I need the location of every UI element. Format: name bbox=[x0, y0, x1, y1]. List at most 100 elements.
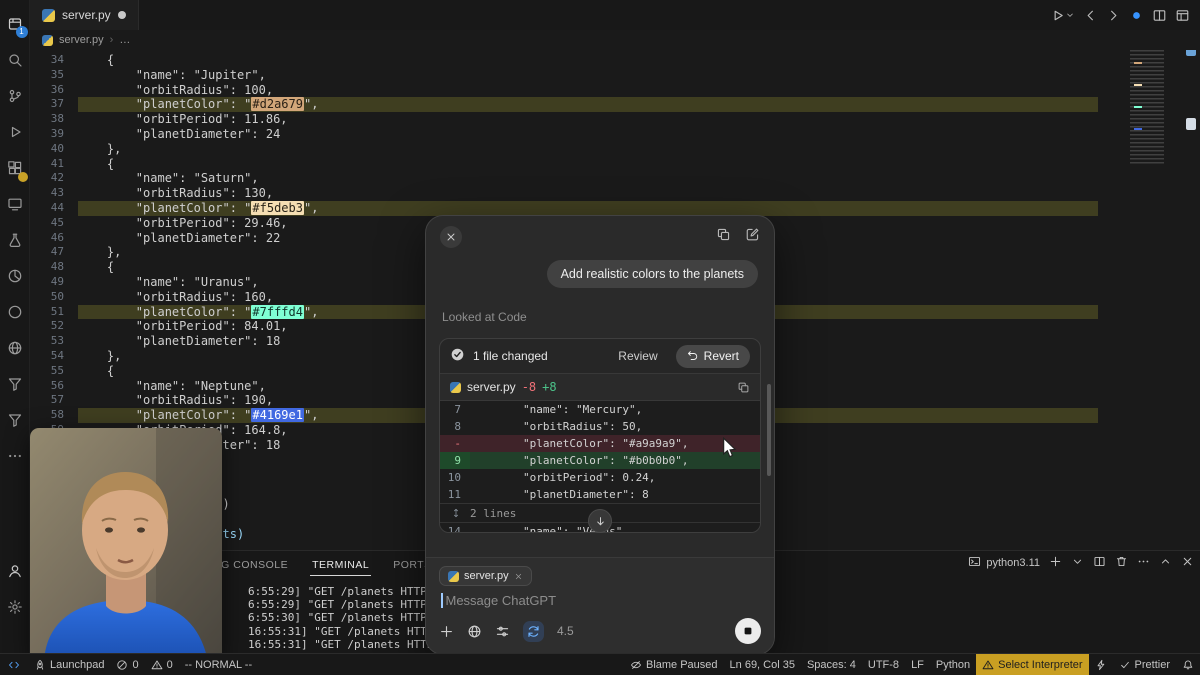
status-label: 0 bbox=[132, 659, 138, 671]
diff-gutter: 7 bbox=[440, 401, 470, 418]
color-swatch: #f5deb3 bbox=[251, 201, 304, 215]
split-editor-icon[interactable] bbox=[1152, 8, 1167, 23]
status-label: -- NORMAL -- bbox=[185, 659, 252, 671]
filter-secondary-icon[interactable] bbox=[0, 402, 30, 438]
status-label: Prettier bbox=[1135, 659, 1170, 671]
account-icon[interactable] bbox=[0, 553, 30, 589]
terminal-toolbar: python3.11 bbox=[968, 555, 1194, 571]
line-number: 38 bbox=[30, 112, 78, 127]
rocket-icon bbox=[34, 659, 46, 671]
line-number: 44 bbox=[30, 201, 78, 216]
web-search-button[interactable] bbox=[467, 624, 482, 639]
revert-button[interactable]: Revert bbox=[676, 345, 750, 368]
cursor-position-item[interactable]: Ln 69, Col 35 bbox=[724, 654, 801, 675]
diff-gutter: 8 bbox=[440, 418, 470, 435]
prettier-item[interactable]: Prettier bbox=[1113, 654, 1176, 675]
search-icon[interactable] bbox=[0, 42, 30, 78]
changed-file-row[interactable]: server.py -8 +8 bbox=[440, 373, 760, 400]
live-share-icon[interactable] bbox=[1129, 8, 1144, 23]
testing-icon[interactable] bbox=[0, 222, 30, 258]
message-input[interactable]: Message ChatGPT bbox=[439, 592, 761, 609]
compose-button[interactable] bbox=[745, 227, 760, 247]
model-label[interactable]: 4.5 bbox=[557, 624, 574, 638]
composer-tools bbox=[439, 621, 544, 642]
tab-server-py[interactable]: server.py bbox=[30, 0, 139, 30]
terminal-icon bbox=[968, 555, 981, 571]
language-item[interactable]: Python bbox=[930, 654, 976, 675]
terminal-picker-dropdown[interactable] bbox=[1071, 555, 1084, 571]
navigate-forward-icon[interactable] bbox=[1106, 8, 1121, 23]
code-text: "name": "Jupiter", bbox=[78, 68, 1098, 83]
indentation-item[interactable]: Spaces: 4 bbox=[801, 654, 862, 675]
diff-row: 9 "planetColor": "#b0b0b0", bbox=[440, 452, 760, 469]
copy-conversation-button[interactable] bbox=[716, 227, 731, 247]
voice-mode-button[interactable] bbox=[523, 621, 544, 642]
copy-icon[interactable] bbox=[737, 381, 750, 394]
breadcrumb[interactable]: server.py › … bbox=[30, 30, 1200, 50]
looked-at-code-label: Looked at Code bbox=[442, 310, 758, 324]
diff-row: 10 "orbitPeriod": 0.24, bbox=[440, 469, 760, 486]
line-number: 35 bbox=[30, 68, 78, 83]
errors-item[interactable]: 0 bbox=[110, 654, 144, 675]
profiler-icon[interactable] bbox=[0, 258, 30, 294]
settings-gear-icon[interactable] bbox=[0, 589, 30, 625]
power-item[interactable] bbox=[1089, 654, 1113, 675]
additions-count: +8 bbox=[542, 380, 556, 394]
warnings-item[interactable]: 0 bbox=[145, 654, 179, 675]
webcam-person bbox=[30, 428, 222, 662]
explorer-icon[interactable]: 1 bbox=[0, 6, 30, 42]
new-terminal-button[interactable] bbox=[1049, 555, 1062, 571]
add-attachment-button[interactable] bbox=[439, 624, 454, 639]
chat-scrollbar[interactable] bbox=[767, 384, 771, 476]
breadcrumb-more[interactable]: … bbox=[119, 34, 130, 46]
stop-button[interactable] bbox=[735, 618, 761, 644]
run-debug-icon[interactable] bbox=[0, 114, 30, 150]
chatgpt-panel: Add realistic colors to the planets Look… bbox=[425, 215, 775, 655]
encoding-item[interactable]: UTF-8 bbox=[862, 654, 905, 675]
context-chip-label: server.py bbox=[464, 570, 509, 582]
run-button[interactable] bbox=[1050, 8, 1075, 23]
line-number: 51 bbox=[30, 305, 78, 320]
remote-explorer-icon[interactable] bbox=[0, 186, 30, 222]
navigate-back-icon[interactable] bbox=[1083, 8, 1098, 23]
terminal-more-button[interactable] bbox=[1137, 555, 1150, 571]
line-number: 56 bbox=[30, 379, 78, 394]
more-tools-icon[interactable] bbox=[0, 438, 30, 474]
chat-header bbox=[426, 216, 774, 248]
web-tool-icon[interactable] bbox=[0, 330, 30, 366]
remove-context-icon[interactable] bbox=[514, 572, 523, 581]
diff-code: "planetColor": "#b0b0b0", bbox=[470, 452, 689, 469]
blame-item[interactable]: Blame Paused bbox=[624, 654, 724, 675]
kill-terminal-button[interactable] bbox=[1115, 555, 1128, 571]
remote-indicator[interactable] bbox=[0, 654, 28, 675]
context-chip-server-py[interactable]: server.py bbox=[439, 566, 532, 586]
extensions-icon[interactable] bbox=[0, 150, 30, 186]
split-terminal-button[interactable] bbox=[1093, 555, 1106, 571]
close-icon[interactable] bbox=[440, 226, 462, 248]
scroll-down-button[interactable] bbox=[588, 509, 612, 533]
tools-button[interactable] bbox=[495, 624, 510, 639]
filter-icon[interactable] bbox=[0, 366, 30, 402]
panel-maximize-button[interactable] bbox=[1159, 555, 1172, 571]
circle-tool-icon[interactable] bbox=[0, 294, 30, 330]
breadcrumb-file[interactable]: server.py bbox=[59, 34, 104, 46]
line-number: 45 bbox=[30, 216, 78, 231]
code-text: "orbitRadius": 100, bbox=[78, 83, 1098, 98]
select-interpreter-item[interactable]: Select Interpreter bbox=[976, 654, 1088, 675]
customize-layout-icon[interactable] bbox=[1175, 8, 1190, 23]
diff-code: "planetColor": "#a9a9a9", bbox=[470, 435, 689, 452]
notifications-bell[interactable] bbox=[1176, 654, 1200, 675]
eol-item[interactable]: LF bbox=[905, 654, 930, 675]
status-label: UTF-8 bbox=[868, 659, 899, 671]
diff-gutter bbox=[440, 504, 470, 522]
panel-close-button[interactable] bbox=[1181, 555, 1194, 571]
breadcrumb-separator: › bbox=[110, 34, 114, 46]
launchpad-item[interactable]: Launchpad bbox=[28, 654, 110, 675]
panel-tab-terminal[interactable]: TERMINAL bbox=[310, 553, 371, 576]
shell-selector[interactable]: python3.11 bbox=[968, 555, 1040, 571]
modified-dot-icon[interactable] bbox=[118, 11, 126, 19]
review-button[interactable]: Review bbox=[608, 345, 667, 367]
source-control-icon[interactable] bbox=[0, 78, 30, 114]
vim-mode-item[interactable]: -- NORMAL -- bbox=[179, 654, 258, 675]
line-number: 47 bbox=[30, 245, 78, 260]
